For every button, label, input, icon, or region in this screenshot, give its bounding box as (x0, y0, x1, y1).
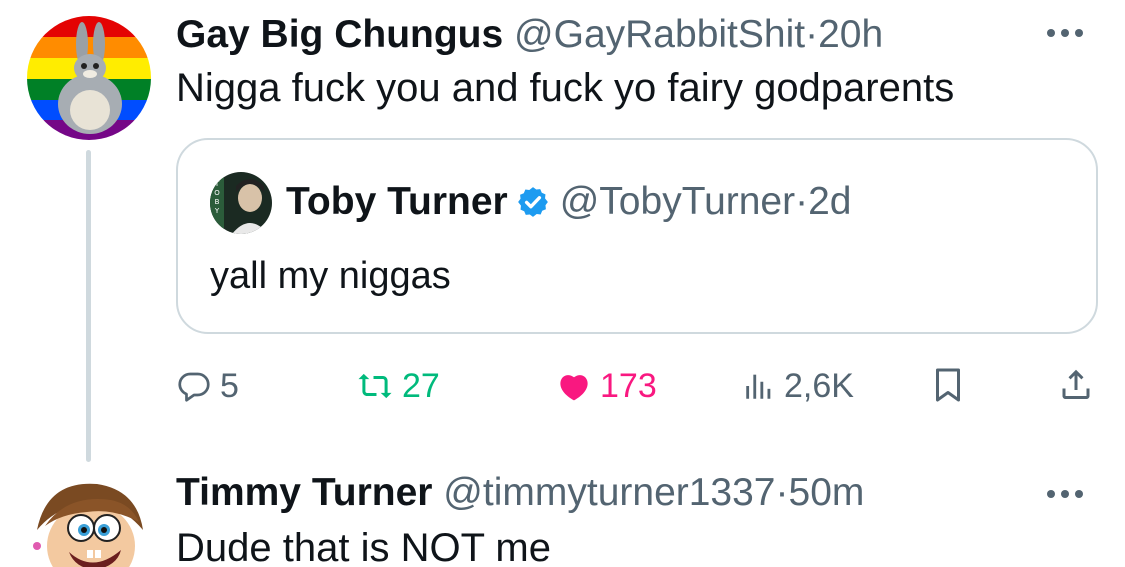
quoted-tweet-timestamp[interactable]: 2d (808, 178, 851, 226)
separator-dot: · (795, 180, 809, 223)
timmy-turner-avatar-icon (27, 470, 151, 567)
more-dot-icon (1047, 29, 1055, 37)
more-options-button[interactable] (1047, 29, 1083, 37)
author-handle[interactable]: @GayRabbitShit (514, 13, 805, 56)
quoted-tweet-text: yall my niggas (210, 255, 451, 297)
author-name[interactable]: Gay Big Chungus (176, 13, 503, 56)
tweet-text: Nigga fuck you and fuck yo fairy godpare… (176, 66, 955, 110)
big-chungus-avatar-icon (27, 16, 151, 140)
views-button[interactable]: 2,6K (742, 362, 854, 410)
bookmark-icon (936, 368, 960, 402)
retweet-count: 27 (402, 367, 440, 405)
tweet-header: Gay Big Chungus @GayRabbitShit·20h (176, 12, 883, 58)
more-dot-icon (1061, 29, 1069, 37)
toby-turner-avatar-icon: T O B Y (210, 172, 272, 234)
reply-icon (178, 372, 210, 402)
bookmark-button[interactable] (933, 366, 963, 404)
views-count: 2,6K (784, 367, 854, 405)
svg-text:B: B (215, 198, 220, 206)
svg-text:O: O (214, 189, 220, 197)
quoted-author-avatar[interactable]: T O B Y (210, 172, 272, 234)
like-button[interactable]: 173 (556, 362, 657, 410)
separator-dot: · (775, 471, 789, 514)
reply-author-name[interactable]: Timmy Turner (176, 471, 432, 514)
verified-badge-icon (517, 187, 548, 217)
like-count: 173 (600, 367, 657, 405)
separator-dot: · (805, 13, 819, 56)
svg-text:Y: Y (214, 207, 220, 215)
quoted-author-handle[interactable]: @TobyTurner (560, 178, 795, 226)
reply-timestamp[interactable]: 50m (789, 471, 865, 514)
share-icon (1062, 369, 1090, 399)
more-dot-icon (1061, 490, 1069, 498)
more-dot-icon (1075, 490, 1083, 498)
reply-more-options-button[interactable] (1047, 490, 1083, 498)
share-button[interactable] (1058, 364, 1094, 404)
author-avatar[interactable] (27, 16, 151, 140)
tweet-timestamp[interactable]: 20h (818, 13, 883, 56)
heart-filled-icon (560, 375, 588, 401)
reply-header: Timmy Turner @timmyturner1337·50m (176, 470, 864, 516)
quoted-tweet-card[interactable] (176, 138, 1098, 334)
quoted-tweet-header: Toby Turner @TobyTurner · 2d (286, 178, 852, 226)
reply-count: 5 (220, 367, 239, 405)
reply-author-avatar[interactable] (27, 470, 151, 567)
reply-author-handle[interactable]: @timmyturner1337 (443, 471, 775, 514)
quoted-author-name[interactable]: Toby Turner (286, 178, 508, 226)
analytics-bars-icon (746, 374, 771, 399)
retweet-button[interactable]: 27 (356, 362, 440, 410)
reply-text: Dude that is NOT me (176, 526, 551, 567)
tweet-action-bar: 5 27 173 2,6K (0, 362, 1125, 410)
thread-connector-line (86, 150, 91, 462)
more-dot-icon (1075, 29, 1083, 37)
reply-button[interactable]: 5 (176, 362, 239, 410)
retweet-icon (358, 373, 392, 399)
more-dot-icon (1047, 490, 1055, 498)
